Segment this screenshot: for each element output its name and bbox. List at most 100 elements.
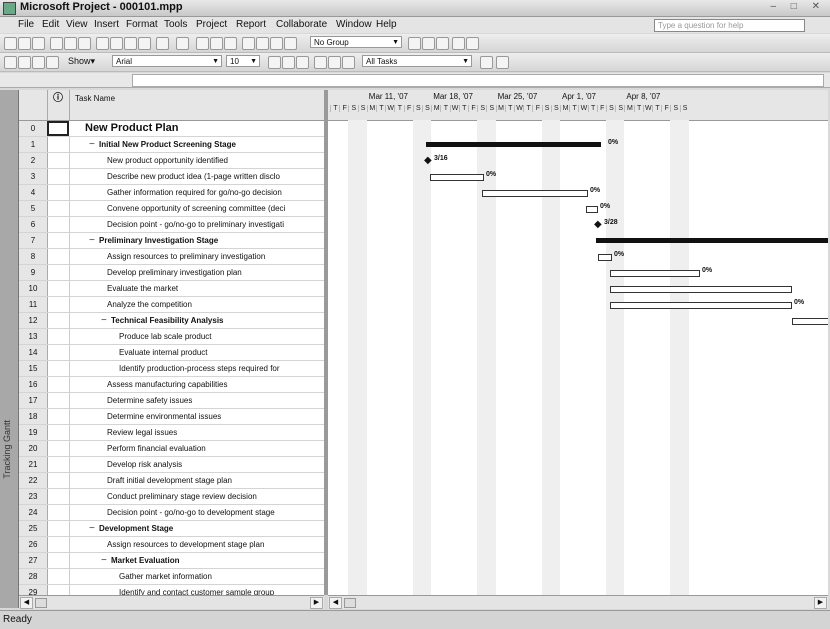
scroll-right-icon[interactable]: ▶ (310, 597, 323, 609)
menu-help[interactable]: Help (376, 19, 397, 30)
menu-report[interactable]: Report (236, 19, 266, 30)
font-select[interactable]: Arial ▼ (112, 55, 222, 67)
row-id[interactable]: 3 (19, 169, 48, 184)
table-row[interactable]: 5 Convene opportunity of screening commit… (19, 201, 324, 217)
menu-window[interactable]: Window (336, 19, 372, 30)
underline-icon[interactable] (296, 56, 309, 69)
table-row[interactable]: 26 Assign resources to development stage … (19, 537, 324, 553)
table-row[interactable]: 0 New Product Plan (19, 121, 324, 137)
autofilter-icon[interactable] (480, 56, 493, 69)
indicator-cell[interactable] (47, 313, 70, 328)
task-notes-icon[interactable] (256, 37, 269, 50)
font-size-select[interactable]: 10 ▼ (226, 55, 260, 67)
scroll-thumb[interactable] (35, 598, 47, 608)
hide-subtasks-icon[interactable] (46, 56, 59, 69)
row-id[interactable]: 20 (19, 441, 48, 456)
view-bar[interactable]: Tracking Gantt (0, 90, 19, 608)
task-name-cell[interactable]: Draft initial development stage plan (107, 473, 322, 488)
indicators-column-header[interactable]: ⓘ (47, 90, 70, 120)
outdent-icon[interactable] (4, 56, 17, 69)
table-row[interactable]: 15 Identify production-process steps requ… (19, 361, 324, 377)
scroll-to-task-icon[interactable] (436, 37, 449, 50)
indicator-cell[interactable] (47, 217, 70, 232)
task-bar[interactable] (610, 270, 700, 277)
help-search-input[interactable]: Type a question for help (654, 19, 805, 32)
task-name-cell[interactable]: Assess manufacturing capabilities (107, 377, 322, 392)
split-task-icon[interactable] (224, 37, 237, 50)
menu-collaborate[interactable]: Collaborate (276, 19, 327, 30)
row-id[interactable]: 14 (19, 345, 48, 360)
menu-edit[interactable]: Edit (42, 19, 59, 30)
table-row[interactable]: 14 Evaluate internal product (19, 345, 324, 361)
indicator-cell[interactable] (47, 297, 70, 312)
indicator-cell[interactable] (47, 457, 70, 472)
row-id[interactable]: 28 (19, 569, 48, 584)
task-name-cell[interactable]: Initial New Product Screening Stage (99, 137, 322, 152)
link-tasks-icon[interactable] (196, 37, 209, 50)
menu-tools[interactable]: Tools (164, 19, 187, 30)
row-id[interactable]: 21 (19, 457, 48, 472)
row-id[interactable]: 2 (19, 153, 48, 168)
task-name-cell[interactable]: Determine safety issues (107, 393, 322, 408)
save-icon[interactable] (32, 37, 45, 50)
table-row[interactable]: 19 Review legal issues (19, 425, 324, 441)
indicator-cell[interactable] (47, 249, 70, 264)
unlink-tasks-icon[interactable] (210, 37, 223, 50)
row-id[interactable]: 9 (19, 265, 48, 280)
table-row[interactable]: 4 Gather information required for go/no-g… (19, 185, 324, 201)
table-row[interactable]: 3 Describe new product idea (1-page writt… (19, 169, 324, 185)
table-row[interactable]: 29 Identify and contact customer sample g… (19, 585, 324, 595)
table-row[interactable]: 11 Analyze the competition (19, 297, 324, 313)
project-app-icon[interactable] (3, 2, 16, 15)
summary-bar[interactable] (596, 238, 828, 243)
undo-icon[interactable] (156, 37, 169, 50)
task-name-cell[interactable]: Analyze the competition (107, 297, 322, 312)
task-bar[interactable] (610, 286, 792, 293)
indicator-cell[interactable] (47, 489, 70, 504)
redo-icon[interactable] (176, 37, 189, 50)
select-all-corner[interactable] (19, 90, 48, 120)
task-name-cell[interactable]: Market Evaluation (111, 553, 322, 568)
indicator-cell[interactable] (47, 425, 70, 440)
table-row[interactable]: 18 Determine environmental issues (19, 409, 324, 425)
indicator-cell[interactable] (47, 393, 70, 408)
row-id[interactable]: 29 (19, 585, 48, 595)
indicator-cell[interactable] (47, 569, 70, 584)
row-id[interactable]: 13 (19, 329, 48, 344)
copy-icon[interactable] (110, 37, 123, 50)
indicator-cell[interactable] (47, 377, 70, 392)
indicator-cell[interactable] (47, 505, 70, 520)
zoom-in-icon[interactable] (408, 37, 421, 50)
menu-format[interactable]: Format (126, 19, 158, 30)
task-name-cell[interactable]: Perform financial evaluation (107, 441, 322, 456)
indicator-cell[interactable] (47, 537, 70, 552)
italic-icon[interactable] (282, 56, 295, 69)
print-icon[interactable] (50, 37, 63, 50)
scroll-left-icon[interactable]: ◀ (329, 597, 342, 609)
collapse-toggle-icon[interactable]: − (89, 234, 95, 247)
help-icon[interactable] (466, 37, 479, 50)
open-icon[interactable] (18, 37, 31, 50)
row-id[interactable]: 10 (19, 281, 48, 296)
task-name-cell[interactable]: Decision point - go/no-go to development… (107, 505, 322, 520)
collapse-toggle-icon[interactable]: − (89, 138, 95, 151)
row-id[interactable]: 5 (19, 201, 48, 216)
indicator-cell[interactable] (47, 441, 70, 456)
align-center-icon[interactable] (328, 56, 341, 69)
task-name-cell[interactable]: Decision point - go/no-go to preliminary… (107, 217, 322, 232)
task-name-cell[interactable]: Evaluate internal product (119, 345, 322, 360)
row-id[interactable]: 1 (19, 137, 48, 152)
scroll-thumb[interactable] (344, 598, 356, 608)
paste-icon[interactable] (124, 37, 137, 50)
table-row[interactable]: 23 Conduct preliminary stage review decis… (19, 489, 324, 505)
menu-file[interactable]: File (18, 19, 34, 30)
zoom-out-icon[interactable] (422, 37, 435, 50)
indicator-cell[interactable] (47, 121, 69, 136)
table-row[interactable]: 9 Develop preliminary investigation plan (19, 265, 324, 281)
entry-field[interactable] (132, 74, 824, 87)
task-name-cell[interactable]: Development Stage (99, 521, 322, 536)
new-icon[interactable] (4, 37, 17, 50)
indicator-cell[interactable] (47, 169, 70, 184)
table-row[interactable]: 8 Assign resources to preliminary investi… (19, 249, 324, 265)
row-id[interactable]: 0 (19, 121, 48, 136)
